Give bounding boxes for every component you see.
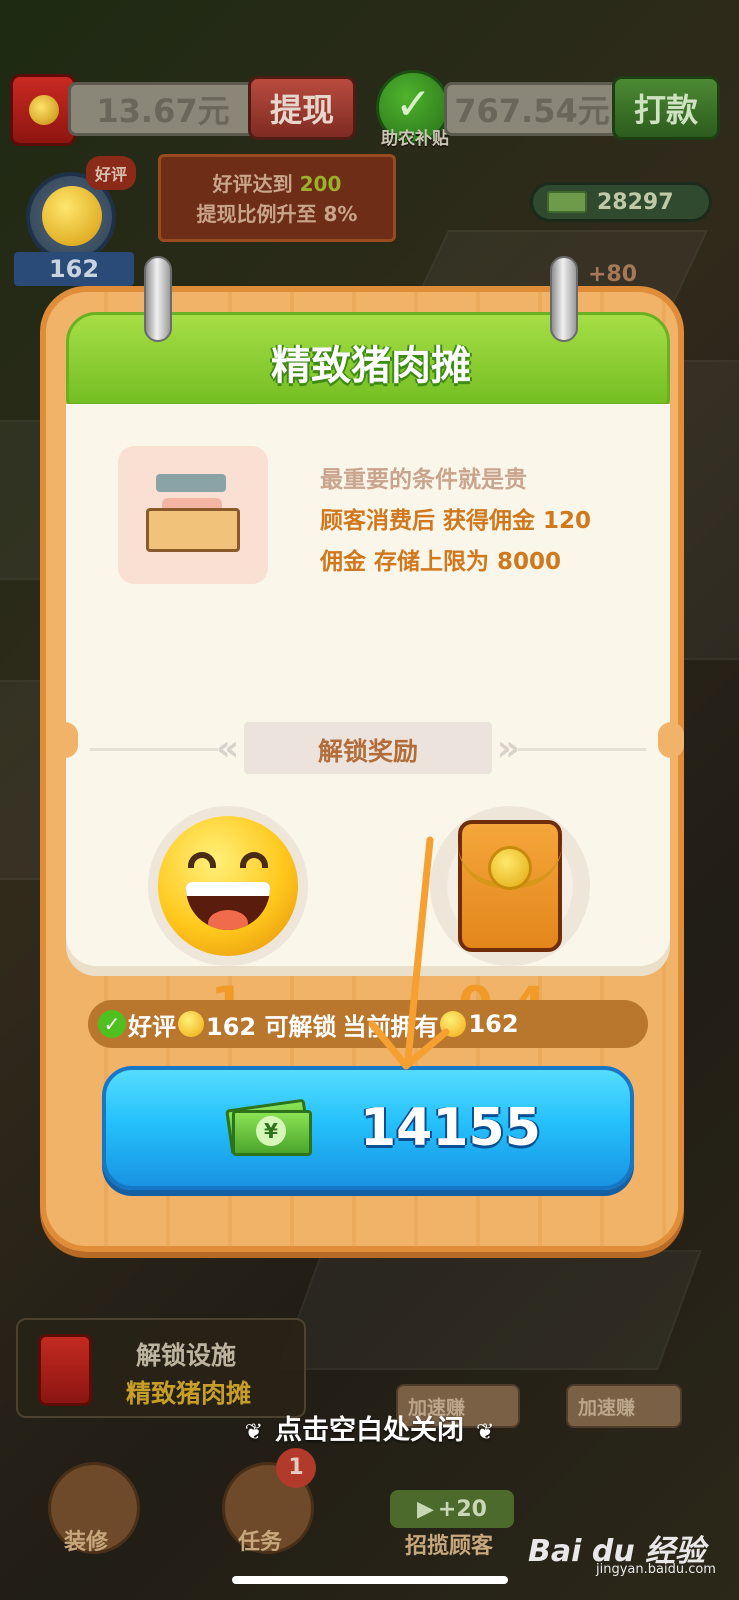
red-packet-icon bbox=[10, 74, 76, 146]
red-packet-icon bbox=[458, 820, 562, 952]
recruit-label: 招揽顾客 bbox=[404, 1534, 493, 1559]
unlock-requirement: ✓ 好评 162 可解锁 当前拥有 162 bbox=[88, 1000, 648, 1048]
money-counter: 28297 bbox=[530, 182, 712, 222]
tip-line2: 提现比例升至 8% bbox=[196, 202, 358, 226]
desc-line-1: 最重要的条件就是贵 bbox=[320, 467, 527, 493]
small-smile-icon bbox=[440, 1011, 467, 1037]
req-needed: 162 可解锁 bbox=[206, 1012, 337, 1041]
desc-line-3: 佣金 存储上限为 8000 bbox=[320, 549, 562, 575]
cash-balance: 13.67元 bbox=[68, 82, 258, 136]
nav-task-label: 任务 bbox=[238, 1530, 283, 1555]
tip-prefix: 好评达到 bbox=[212, 172, 293, 196]
reward-section-title: « » 解锁奖励 bbox=[216, 722, 520, 774]
rating-tag: 好评 bbox=[86, 156, 136, 190]
close-hint[interactable]: ❦ 点击空白处关闭 ❦ bbox=[0, 1408, 739, 1447]
facility-unlock-dialog: 精致猪肉摊 最重要的条件就是贵 顾客消费后 获得佣金 120 佣金 存储上限为 … bbox=[40, 256, 684, 1252]
req-label: 好评 bbox=[128, 1012, 176, 1041]
binder-ring-right bbox=[550, 256, 578, 342]
reward-title-text: 解锁奖励 bbox=[317, 737, 418, 766]
tip-value: 200 bbox=[299, 172, 342, 196]
pork-stall-icon bbox=[146, 474, 240, 554]
reward-rating bbox=[148, 806, 308, 966]
leaf-deco-icon: ❦ bbox=[244, 1420, 263, 1445]
big-smile-icon bbox=[158, 816, 298, 956]
play-icon: ▶ bbox=[417, 1496, 434, 1522]
req-current-label: 当前拥有 bbox=[342, 1012, 439, 1041]
pay-button[interactable]: 打款 bbox=[612, 76, 720, 140]
unlock-facility-card[interactable]: 解锁设施 精致猪肉摊 bbox=[16, 1318, 306, 1418]
rating-count: 162 bbox=[14, 252, 134, 286]
withdraw-tip-banner: 好评达到 200 提现比例升至 8% bbox=[158, 154, 396, 242]
desc-line-2: 顾客消费后 获得佣金 120 bbox=[320, 508, 592, 534]
bonus-indicator: +80 bbox=[588, 262, 638, 287]
cash-bill-icon: ¥ bbox=[225, 1098, 312, 1156]
binder-ring-left bbox=[144, 256, 172, 342]
task-badge: 1 bbox=[276, 1448, 316, 1488]
nav-decorate-label: 装修 bbox=[64, 1530, 109, 1555]
reward-cash bbox=[430, 806, 590, 966]
money-count: 28297 bbox=[597, 189, 674, 215]
cash-bill-icon bbox=[547, 191, 587, 213]
watermark-url: jingyan.baidu.com bbox=[596, 1562, 716, 1577]
facility-description: 最重要的条件就是贵 顾客消费后 获得佣金 120 佣金 存储上限为 8000 bbox=[320, 460, 650, 583]
divider bbox=[90, 748, 218, 751]
divider bbox=[518, 748, 646, 751]
leaf-deco-icon: ❦ bbox=[476, 1420, 495, 1445]
unlock-info-title: 解锁设施 bbox=[136, 1341, 237, 1370]
smile-icon bbox=[42, 186, 102, 246]
withdraw-button[interactable]: 提现 bbox=[248, 76, 356, 140]
req-current: 162 bbox=[468, 1010, 519, 1038]
facility-thumbnail bbox=[118, 446, 268, 584]
dialog-board: 精致猪肉摊 最重要的条件就是贵 顾客消费后 获得佣金 120 佣金 存储上限为 … bbox=[40, 286, 684, 1252]
subsidy-balance: 767.54元 bbox=[444, 82, 620, 136]
top-bar: 13.67元 提现 ✓ 助农补贴 767.54元 打款 bbox=[8, 70, 732, 150]
check-icon: ✓ bbox=[98, 1010, 126, 1038]
unlock-info-name: 精致猪肉摊 bbox=[126, 1379, 252, 1408]
dialog-card: 最重要的条件就是贵 顾客消费后 获得佣金 120 佣金 存储上限为 8000 «… bbox=[52, 404, 684, 1034]
unlock-cost: 14155 bbox=[360, 1098, 541, 1158]
small-smile-icon bbox=[178, 1011, 204, 1037]
red-packet-icon bbox=[38, 1334, 92, 1406]
recruit-button[interactable]: ▶ +20 bbox=[390, 1490, 514, 1528]
home-indicator[interactable] bbox=[232, 1576, 508, 1584]
unlock-button[interactable]: ¥ 14155 bbox=[102, 1066, 634, 1190]
